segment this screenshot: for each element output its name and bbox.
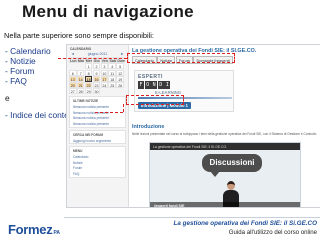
video-player[interactable]: La gestione operativa dei Fondi SIE: il … (149, 142, 301, 208)
brand-tile: I (164, 81, 171, 89)
formez-logo: Formez PA (8, 222, 60, 237)
news-block-title: ULTIME NOTIZIE (73, 99, 99, 104)
highlight-connector-index (95, 112, 123, 113)
intro-text: Nelle lezioni presentate nel corso si sv… (132, 132, 318, 136)
slide-subtitle: Nella parte superiore sono sempre dispon… (4, 31, 154, 40)
calendar-day[interactable]: 23 (92, 82, 101, 89)
calendar-empty-cell (116, 88, 124, 94)
calendar-empty-cell (77, 63, 85, 69)
calendar-day[interactable]: 13 (69, 75, 77, 82)
search-block-title: CERCA NEI FORUM (73, 132, 103, 137)
footer-divider (64, 217, 320, 218)
bubble-tail (210, 171, 220, 177)
calendar-month: giugno 2011 (87, 52, 108, 56)
course-banner: ESPERTI F O N D I E-LEARNING Introduzion… (134, 70, 234, 112)
calendar-day[interactable]: 28 (76, 88, 85, 95)
calendar-day[interactable]: 19 (116, 75, 124, 82)
course-screenshot: CALENDARIO ◄ giugno 2011 ► Lun Mar Mer Gio V… (66, 44, 320, 208)
logo-sub-text: PA (53, 230, 61, 236)
discussion-bubble-text: Discussioni (209, 158, 255, 167)
bullet-and: e (5, 93, 10, 103)
course-sidebar: CALENDARIO ◄ giugno 2011 ► Lun Mar Mer Gio V… (67, 45, 129, 207)
video-header: La gestione operativa dei Fondi SIE: il … (150, 143, 300, 150)
prev-month-icon[interactable]: ◄ (71, 52, 75, 56)
search-forums-block: CERCA NEI FORUM Aggiungi nuovo argomento (69, 129, 126, 145)
section-title: Introduzione (132, 124, 165, 130)
calendar-day[interactable]: 15 (84, 75, 93, 82)
calendar-day[interactable]: 16 (92, 75, 101, 82)
brand-tile: N (151, 81, 158, 89)
calendar-day[interactable]: 7 (76, 69, 85, 76)
calendar-day[interactable]: 29 (84, 88, 93, 95)
logo-main-text: Formez (8, 222, 53, 237)
calendar-day[interactable]: 1 (84, 63, 93, 70)
calendar-day[interactable]: 26 (116, 82, 124, 89)
calendar-day[interactable]: 18 (108, 75, 117, 82)
discussion-bubble: Discussioni (202, 154, 262, 172)
bullet-faq: - FAQ (5, 76, 27, 86)
add-topic-link[interactable]: Aggiungi nuovo argomento (70, 138, 125, 144)
footer-subtitle: Guida all'utilizzo del corso online (228, 229, 317, 236)
calendar-day[interactable]: 12 (116, 69, 124, 76)
slide-title: Menu di navigazione (22, 2, 194, 21)
presenter-head (227, 181, 235, 190)
calendar-day[interactable]: 30 (92, 88, 101, 95)
highlight-connector-index-vertical (123, 104, 124, 112)
calendar-day[interactable]: 4 (108, 63, 117, 70)
calendar-day[interactable]: 10 (100, 69, 109, 76)
brand-tile: D (157, 81, 164, 89)
menu-item-faq[interactable]: FAQ (70, 171, 125, 177)
bullet-calendario: - Calendario (5, 46, 51, 56)
calendar-day[interactable]: 3 (100, 63, 109, 70)
brand-tile: O (144, 81, 151, 89)
banner-top-text: ESPERTI (138, 74, 163, 80)
video-header-title: La gestione operativa dei Fondi SIE: il … (153, 144, 228, 149)
menu-block-title: MENU (73, 149, 83, 154)
calendar-empty-cell (101, 88, 109, 94)
highlight-module-index (126, 95, 184, 105)
menu-block: MENU Calendario Notizie Forum FAQ (69, 146, 126, 178)
calendar-day[interactable]: 6 (69, 69, 77, 76)
calendar-day[interactable]: 9 (92, 69, 101, 76)
calendar-empty-cell (108, 88, 116, 94)
calendar-block-title: CALENDARIO (70, 47, 92, 51)
calendar-day[interactable]: 20 (69, 82, 77, 89)
calendar-day[interactable]: 8 (84, 69, 93, 76)
calendar-empty-cell (69, 63, 77, 69)
calendar-nav: ◄ giugno 2011 ► (67, 52, 128, 56)
highlight-connector-top (58, 58, 127, 59)
brand-tile: F (138, 81, 144, 89)
highlight-top-menu (127, 53, 235, 63)
calendar-day[interactable]: 17 (100, 75, 109, 82)
video-caption: #esperti fondi SIE (154, 203, 185, 208)
bullet-forum: - Forum (5, 66, 35, 76)
calendar-day[interactable]: 5 (116, 63, 124, 70)
news-item[interactable]: Nessuna notizia presente (70, 121, 125, 127)
calendar-day[interactable]: 14 (76, 75, 85, 82)
calendar-grid: Lun Mar Mer Gio Ven Sab Dom 1 2 3 4 5 6 7 8 9 10 11 12 13 14… (69, 57, 126, 95)
calendar-day[interactable]: 11 (108, 69, 117, 76)
bullet-list: - Calendario - Notizie - Forum - FAQ (5, 46, 51, 86)
calendar-day[interactable]: 25 (108, 82, 117, 89)
calendar-day[interactable]: 27 (69, 88, 77, 95)
video-caption-bar: #esperti fondi SIE (150, 202, 300, 208)
footer-title: La gestione operativa dei Fondi SIE: il … (173, 220, 317, 227)
bullet-notizie: - Notizie (5, 56, 36, 66)
next-month-icon[interactable]: ► (120, 52, 124, 56)
calendar-day[interactable]: 24 (100, 82, 109, 89)
banner-brand: F O N D I (138, 81, 171, 89)
calendar-day[interactable]: 22 (84, 82, 93, 89)
calendar-day[interactable]: 21 (76, 82, 85, 89)
calendar-day[interactable]: 2 (92, 63, 101, 70)
course-main: La gestione operativa dei Fondi SIE: il … (129, 45, 320, 208)
